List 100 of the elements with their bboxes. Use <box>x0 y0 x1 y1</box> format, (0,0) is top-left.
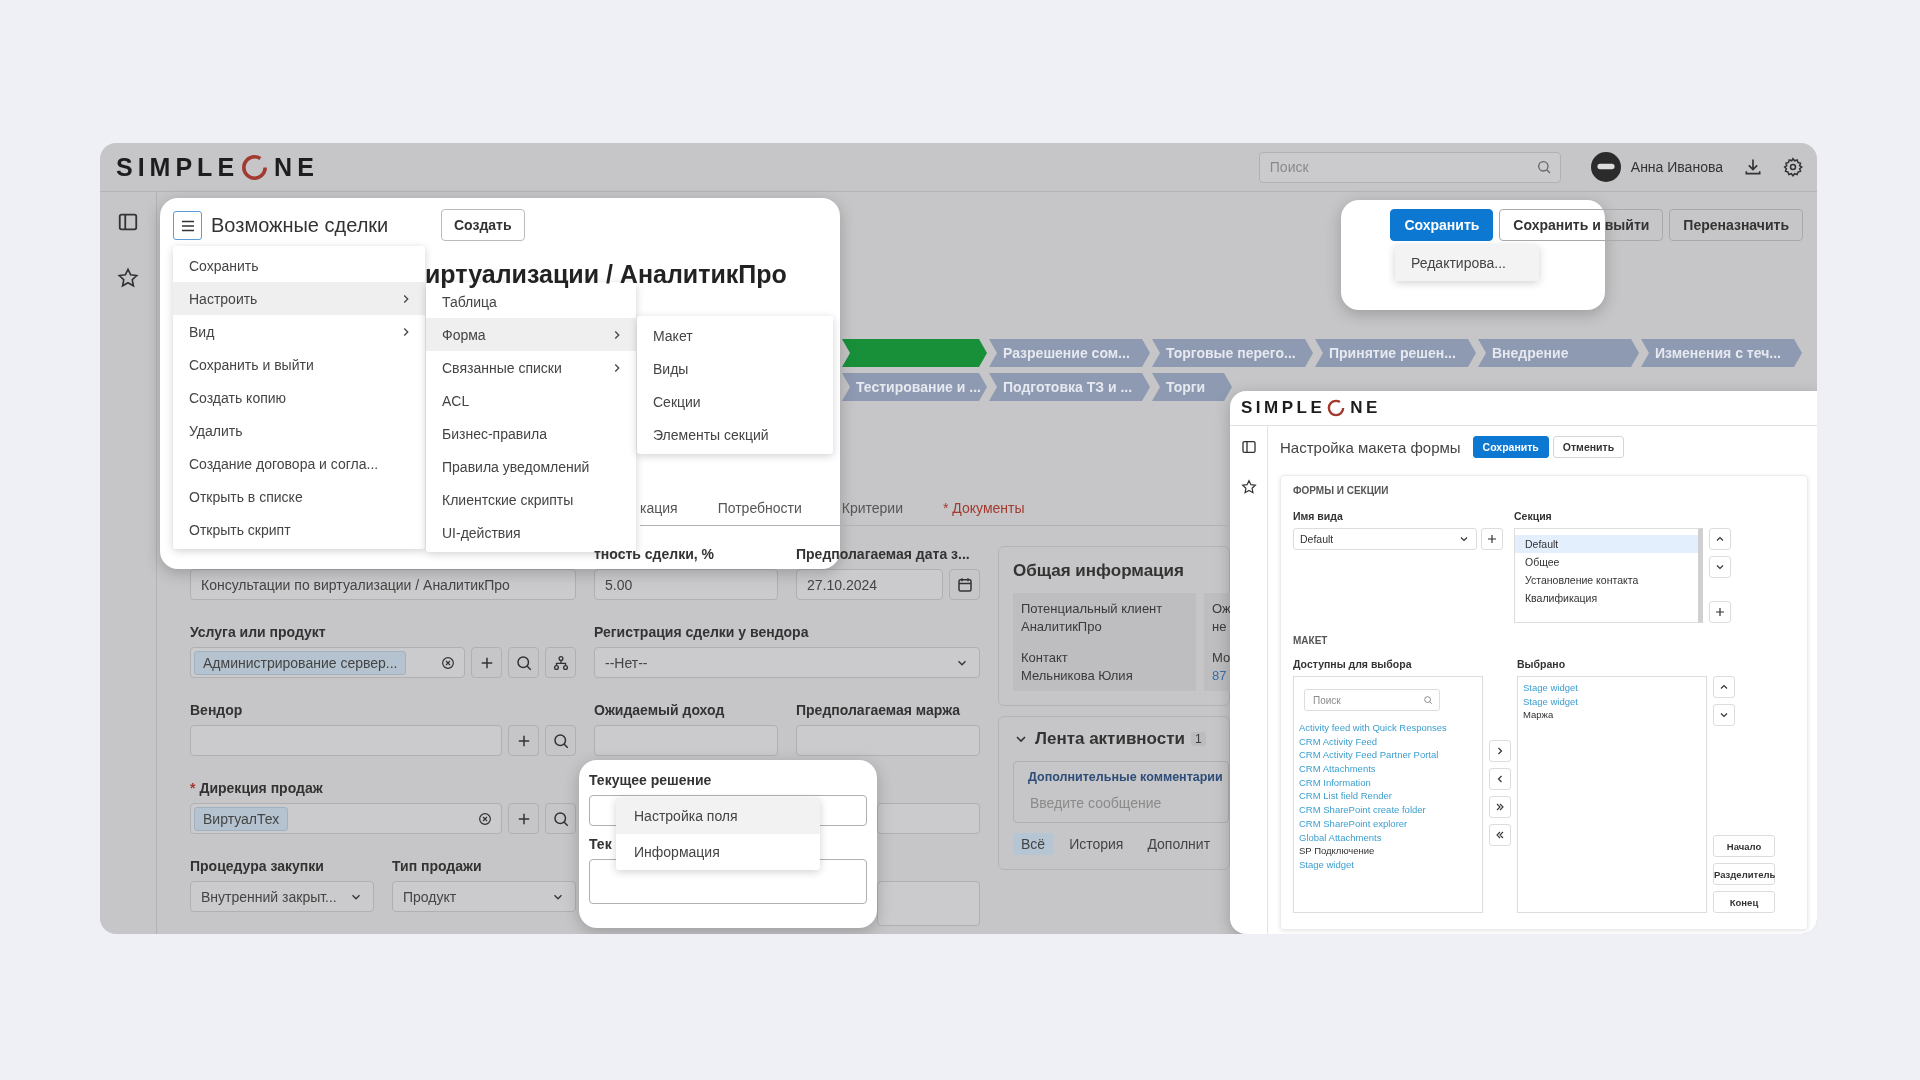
filter-tab[interactable]: Дополнит <box>1139 833 1219 855</box>
select-field[interactable]: Default <box>1293 528 1477 550</box>
save-button[interactable]: Сохранить <box>1472 436 1549 458</box>
menu-item[interactable]: Секции <box>637 385 833 418</box>
menu-item[interactable]: Настроить <box>173 282 425 315</box>
select-field[interactable]: Продукт <box>392 881 576 912</box>
list-item[interactable]: Default <box>1515 535 1698 553</box>
avatar-icon[interactable] <box>1590 152 1621 182</box>
list-item[interactable]: Маржа <box>1523 708 1706 723</box>
menu-item[interactable]: Сохранить и выйти <box>173 348 425 381</box>
menu-item[interactable]: Настройка поля <box>616 798 820 834</box>
form-tab[interactable]: * Документы <box>943 499 1025 516</box>
search-field[interactable]: Поиск <box>1304 689 1440 711</box>
remove-item-button[interactable] <box>1489 768 1511 790</box>
calendar-button[interactable] <box>949 569 980 600</box>
add-button[interactable] <box>1481 528 1503 550</box>
form-tab[interactable]: Критерии <box>841 499 903 516</box>
menu-item[interactable]: Форма <box>426 318 636 351</box>
text-field[interactable]: 5.00 <box>594 569 778 600</box>
text-field[interactable] <box>594 725 778 756</box>
menu-item[interactable]: Макет <box>637 319 833 352</box>
clear-icon[interactable] <box>477 810 493 827</box>
select-field[interactable]: Внутренний закрыт... <box>190 881 374 912</box>
filter-tab[interactable]: Всё <box>1013 833 1054 855</box>
sidebar-toggle-icon[interactable] <box>1240 439 1257 455</box>
menu-item[interactable]: Создание договора и согла... <box>173 447 425 480</box>
add-button[interactable] <box>1709 601 1731 623</box>
menu-item[interactable]: Удалить <box>173 414 425 447</box>
reference-field[interactable]: Администрирование сервер... <box>190 647 465 678</box>
list-item[interactable]: Общее <box>1515 553 1698 571</box>
add-button[interactable] <box>508 725 539 756</box>
menu-item[interactable]: Бизнес-правила <box>426 417 636 450</box>
menu-item[interactable]: Открыть скрипт <box>173 513 425 546</box>
add-all-button[interactable] <box>1489 796 1511 818</box>
comment-tab[interactable]: Дополнительные комментарии <box>1028 770 1228 784</box>
record-title: иртуализации / АналитикПро <box>425 259 787 290</box>
add-button[interactable] <box>471 647 502 678</box>
search-button[interactable] <box>508 647 539 678</box>
text-field[interactable] <box>877 803 980 834</box>
move-up-button[interactable] <box>1709 528 1731 550</box>
insert-button[interactable]: Разделитель <box>1713 863 1775 885</box>
menu-item[interactable]: UI-действия <box>426 516 636 549</box>
settings-icon[interactable] <box>1783 157 1803 177</box>
text-field[interactable]: Консультации по виртуализации / АналитикПро <box>190 569 576 600</box>
download-icon[interactable] <box>1743 157 1763 177</box>
menu-item[interactable]: Связанные списки <box>426 351 636 384</box>
cancel-button[interactable]: Отменить <box>1552 436 1625 458</box>
reference-field[interactable]: ВиртуалТех <box>190 803 502 834</box>
message-field[interactable]: Введите сообщение <box>1028 794 1228 812</box>
menu-item[interactable]: Виды <box>637 352 833 385</box>
search-field[interactable]: Поиск <box>1258 151 1561 183</box>
action-button[interactable]: Сохранить и выйти <box>1499 209 1664 241</box>
comment-box[interactable]: Дополнительные комментарии Введите сообщение <box>1013 761 1229 823</box>
menu-item[interactable]: Информация <box>616 834 820 870</box>
search-button[interactable] <box>545 725 576 756</box>
value-chip[interactable]: Администрирование сервер... <box>194 650 407 675</box>
menu-item[interactable]: Элементы секций <box>637 418 833 451</box>
menu-button[interactable] <box>173 211 202 240</box>
insert-button[interactable]: Конец <box>1713 891 1775 913</box>
search-input[interactable]: Поиск <box>1311 693 1423 707</box>
menu-item[interactable]: Вид <box>173 315 425 348</box>
filter-tab[interactable]: История <box>1061 833 1132 855</box>
menu-item[interactable]: Клиентские скрипты <box>426 483 636 516</box>
date-field[interactable]: 27.10.2024 <box>796 569 943 600</box>
move-down-button[interactable] <box>1713 704 1735 726</box>
select-field[interactable]: --Нет-- <box>594 647 980 678</box>
insert-button[interactable]: Начало <box>1713 835 1775 857</box>
reference-field[interactable] <box>190 725 502 756</box>
menu-item[interactable]: ACL <box>426 384 636 417</box>
sidebar-toggle-icon[interactable] <box>117 211 139 233</box>
action-button[interactable]: Сохранить <box>1390 209 1494 241</box>
count-badge: 1 <box>1191 732 1206 746</box>
user-name[interactable]: Анна Иванова <box>1630 159 1723 175</box>
clear-icon[interactable] <box>440 654 456 671</box>
menu-item[interactable]: Правила уведомлений <box>426 450 636 483</box>
menu-item[interactable]: Сохранить <box>173 249 425 282</box>
form-tab[interactable]: Потребности <box>717 499 802 516</box>
add-item-button[interactable] <box>1489 740 1511 762</box>
search-button[interactable] <box>545 803 576 834</box>
remove-all-button[interactable] <box>1489 824 1511 846</box>
list-item[interactable]: Установление контакта <box>1515 571 1698 589</box>
action-button[interactable]: Переназначить <box>1669 209 1803 241</box>
field-label: Регистрация сделки у вендора <box>594 624 809 642</box>
value-chip[interactable]: ВиртуалТех <box>194 806 289 831</box>
menu-item[interactable]: Редактирова... <box>1395 245 1539 281</box>
form-tab[interactable]: кация <box>640 499 678 516</box>
menu-item[interactable]: Открыть в списке <box>173 480 425 513</box>
add-button[interactable] <box>508 803 539 834</box>
menu-item[interactable]: Создать копию <box>173 381 425 414</box>
move-up-button[interactable] <box>1713 676 1735 698</box>
move-down-button[interactable] <box>1709 556 1731 578</box>
text-field[interactable] <box>796 725 980 756</box>
search-input[interactable]: Поиск <box>1267 158 1536 176</box>
list-item[interactable]: Квалификация <box>1515 589 1698 607</box>
star-icon[interactable] <box>1240 479 1257 495</box>
stage-step[interactable] <box>842 339 987 367</box>
list-item[interactable]: SP Подключение <box>1299 844 1482 858</box>
hierarchy-button[interactable] <box>545 647 576 678</box>
create-button[interactable]: Создать <box>441 209 525 241</box>
star-icon[interactable] <box>117 267 139 289</box>
